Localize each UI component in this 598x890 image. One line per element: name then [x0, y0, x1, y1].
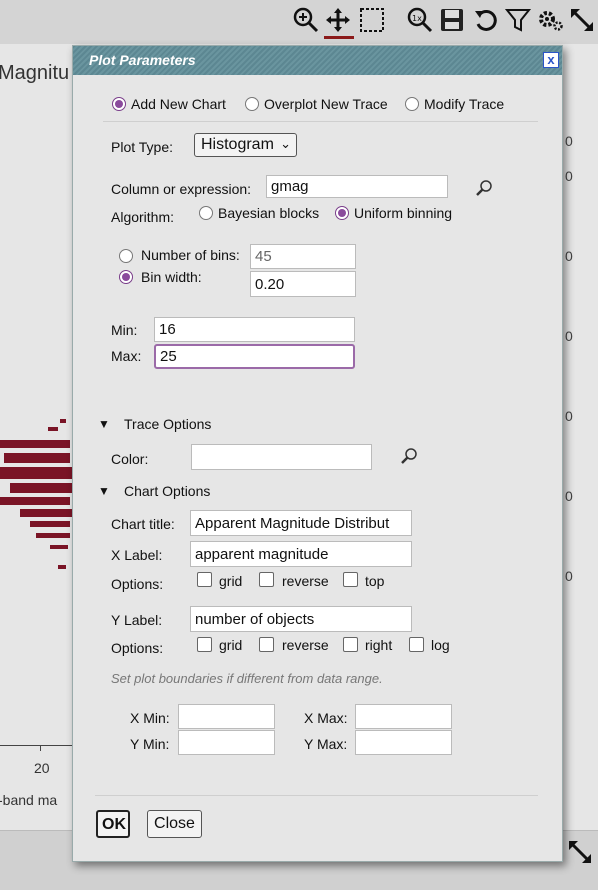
- y-min-label: Y Min:: [130, 736, 170, 752]
- radio-uniform-binning[interactable]: [335, 206, 349, 220]
- checkbox-label: log: [431, 637, 450, 653]
- column-label: Column or expression:: [111, 181, 252, 197]
- y-tick-label: 0: [565, 408, 573, 424]
- close-icon[interactable]: x: [543, 52, 559, 68]
- checkbox-label: right: [365, 637, 393, 653]
- x-label-label: X Label:: [111, 547, 163, 563]
- divider: [95, 795, 538, 796]
- radio-modify-trace[interactable]: [405, 97, 419, 111]
- x-options-label: Options:: [111, 576, 164, 592]
- chart-options-toggle[interactable]: Chart Options: [124, 483, 210, 499]
- y-tick-label: 0: [565, 568, 573, 584]
- ok-button[interactable]: OK: [96, 810, 130, 838]
- dialog-title: Plot Parameters: [89, 52, 196, 68]
- plot-type-select[interactable]: Histogram ⌄: [194, 133, 297, 157]
- min-label: Min:: [111, 322, 138, 338]
- y-tick-label: 0: [565, 328, 573, 344]
- search-icon[interactable]: [399, 447, 419, 465]
- svg-text:1x: 1x: [412, 14, 422, 23]
- settings-icon[interactable]: [536, 6, 564, 34]
- y-tick-label: 0: [565, 133, 573, 149]
- y-min-input[interactable]: [178, 730, 275, 755]
- toolbar: 1x: [0, 0, 598, 45]
- plot-parameters-dialog: Plot Parameters x Add New Chart Overplot…: [72, 45, 563, 862]
- plot-type-label: Plot Type:: [111, 139, 174, 155]
- max-label: Max:: [111, 348, 142, 364]
- y-label-input[interactable]: [190, 606, 412, 632]
- radio-bayesian-blocks[interactable]: [199, 206, 213, 220]
- bin-width-label: Bin width:: [141, 269, 202, 285]
- trace-options-toggle[interactable]: Trace Options: [124, 416, 211, 432]
- y-options-label: Options:: [111, 640, 164, 656]
- triangle-down-icon[interactable]: ▼: [98, 417, 110, 431]
- select-icon[interactable]: [358, 6, 386, 34]
- radio-label: Modify Trace: [424, 96, 505, 112]
- x-axis-label: -band ma: [0, 792, 58, 808]
- save-icon[interactable]: [438, 6, 466, 34]
- restore-icon[interactable]: [472, 6, 500, 34]
- x-min-label: X Min:: [130, 710, 170, 726]
- number-of-bins-input[interactable]: [250, 244, 356, 269]
- x-max-label: X Max:: [304, 710, 348, 726]
- radio-overplot-new-trace[interactable]: [245, 97, 259, 111]
- filter-icon[interactable]: [504, 6, 532, 34]
- checkbox-label: top: [365, 573, 385, 589]
- y-tick-label: 0: [565, 168, 573, 184]
- y-tick-label: 0: [565, 488, 573, 504]
- x-tick-label: 20: [34, 760, 50, 776]
- expand-icon[interactable]: [566, 838, 594, 866]
- radio-label: Bayesian blocks: [218, 205, 320, 221]
- boundaries-note: Set plot boundaries if different from da…: [111, 671, 383, 686]
- y-grid-checkbox[interactable]: [197, 637, 212, 652]
- pan-icon[interactable]: [324, 6, 352, 34]
- y-max-label: Y Max:: [304, 736, 348, 752]
- expand-icon[interactable]: [568, 6, 596, 34]
- x-top-checkbox[interactable]: [343, 572, 358, 587]
- checkbox-label: grid: [219, 637, 243, 653]
- color-input[interactable]: [191, 444, 372, 470]
- chevron-down-icon: ⌄: [280, 136, 291, 151]
- x-min-input[interactable]: [178, 704, 275, 729]
- y-log-checkbox[interactable]: [409, 637, 424, 652]
- scatter-points: [0, 415, 75, 585]
- radio-label: Uniform binning: [354, 205, 453, 221]
- y-label-label: Y Label:: [111, 612, 163, 628]
- number-of-bins-label: Number of bins:: [141, 247, 240, 263]
- radio-label: Overplot New Trace: [264, 96, 388, 112]
- y-max-input[interactable]: [355, 730, 452, 755]
- triangle-down-icon[interactable]: ▼: [98, 484, 110, 498]
- max-input[interactable]: [154, 344, 355, 369]
- checkbox-label: reverse: [282, 637, 329, 653]
- zoom-reset-icon[interactable]: 1x: [406, 6, 434, 34]
- x-reverse-checkbox[interactable]: [259, 572, 274, 587]
- dialog-titlebar[interactable]: Plot Parameters x: [73, 46, 562, 75]
- x-axis-tick: [40, 745, 41, 751]
- close-button[interactable]: Close: [147, 810, 202, 838]
- chart-title-label: Chart title:: [111, 516, 175, 532]
- y-tick-label: 0: [565, 248, 573, 264]
- radio-bin-width[interactable]: [119, 270, 133, 284]
- color-label: Color:: [111, 451, 149, 467]
- algorithm-label: Algorithm:: [111, 209, 175, 225]
- checkbox-label: grid: [219, 573, 243, 589]
- y-right-checkbox[interactable]: [343, 637, 358, 652]
- bin-width-input[interactable]: [250, 271, 356, 297]
- y-reverse-checkbox[interactable]: [259, 637, 274, 652]
- radio-add-new-chart[interactable]: [112, 97, 126, 111]
- x-label-input[interactable]: [190, 541, 412, 567]
- min-input[interactable]: [154, 317, 355, 342]
- zoom-in-icon[interactable]: [292, 6, 320, 34]
- x-grid-checkbox[interactable]: [197, 572, 212, 587]
- radio-label: Add New Chart: [131, 96, 226, 112]
- x-max-input[interactable]: [355, 704, 452, 729]
- plot-type-value: Histogram: [201, 136, 274, 153]
- radio-number-of-bins[interactable]: [119, 249, 133, 263]
- divider: [103, 121, 538, 122]
- active-tool-indicator: [324, 36, 354, 39]
- checkbox-label: reverse: [282, 573, 329, 589]
- chart-title-input[interactable]: [190, 510, 412, 536]
- search-icon[interactable]: [474, 179, 494, 197]
- column-input[interactable]: [266, 175, 448, 198]
- chart-title: Magnitu: [0, 62, 70, 84]
